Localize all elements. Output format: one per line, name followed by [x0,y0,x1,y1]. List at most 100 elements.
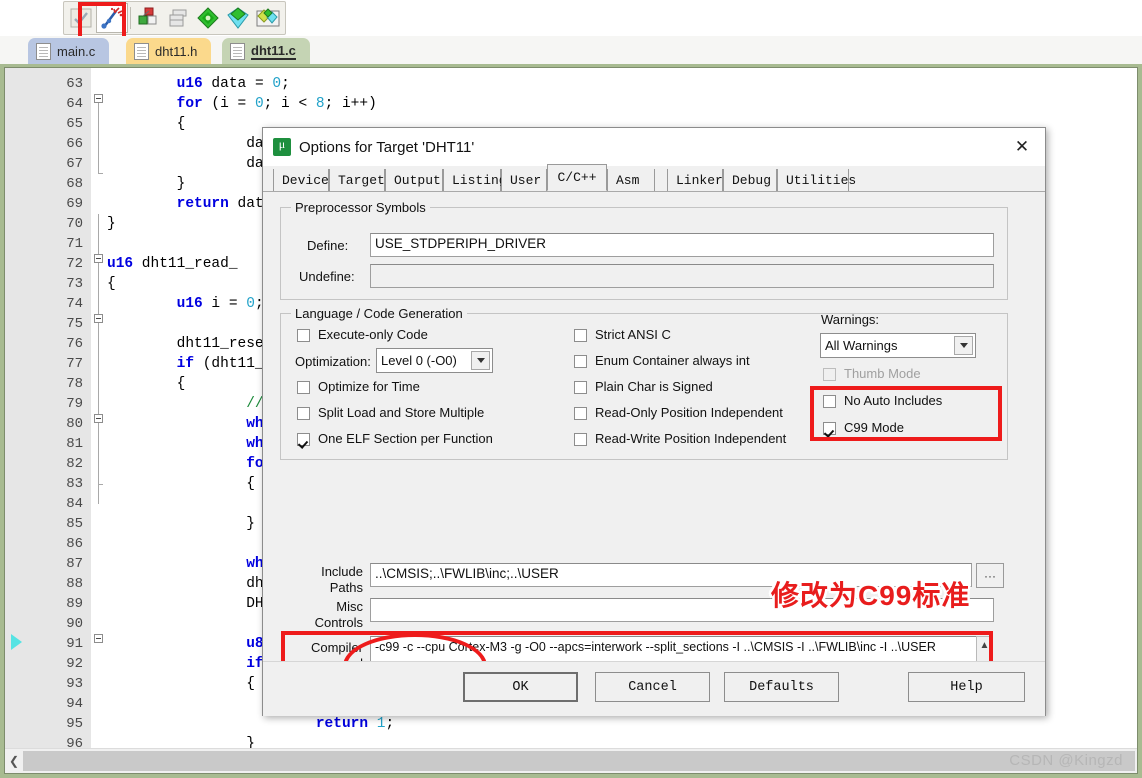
read-only-position-independent-label: Read-Only Position Independent [595,405,783,420]
undefine-input[interactable] [370,264,994,288]
c99-mode-checkbox[interactable] [823,422,836,435]
tab-debug[interactable]: Debug [723,169,777,191]
breakpoint-gutter[interactable] [5,68,34,773]
line-number: 91 [66,636,83,652]
fold-toggle-icon[interactable] [94,314,103,323]
tab-device[interactable]: Device [273,169,329,191]
plain-char-signed-checkbox[interactable] [574,381,587,394]
c99-annotation-text: 修改为C99标准 [771,580,971,611]
chevron-down-icon[interactable] [954,336,973,355]
tab-target[interactable]: Target [329,169,385,191]
line-number: 83 [66,476,83,492]
close-icon[interactable]: ✕ [999,128,1045,166]
line-number: 95 [66,716,83,732]
pack-installer-button[interactable] [253,4,283,32]
chevron-up-icon[interactable]: ▲ [977,637,992,653]
code-folding-gutter[interactable] [91,68,107,773]
line-number: 68 [66,176,83,192]
multi-project-button[interactable] [163,4,193,32]
options-dialog[interactable]: Options for Target 'DHT11' ✕ Device Targ… [262,127,1046,716]
execution-pointer-icon [11,634,22,650]
funnel-diamond-icon [227,7,249,29]
optimization-select[interactable]: Level 0 (-O0) [376,348,493,373]
strict-ansi-c-checkbox[interactable] [574,329,587,342]
fold-toggle-icon[interactable] [94,94,103,103]
thumb-mode-checkbox [823,368,836,381]
enum-container-int-checkbox[interactable] [574,355,587,368]
tab-asm[interactable]: Asm [607,169,655,191]
undefine-label: Undefine: [299,269,355,284]
optimization-label: Optimization: [295,354,371,369]
line-number: 77 [66,356,83,372]
fold-toggle-icon[interactable] [94,254,103,263]
dialog-tab-row: Device Target Output Listing User C/C++ … [263,164,1045,192]
tab-listing[interactable]: Listing [443,169,507,191]
watermark-label: CSDN @Kingzd [1009,752,1123,769]
manage-project-items-button[interactable] [133,4,163,32]
language-legend: Language / Code Generation [291,306,467,321]
defaults-button[interactable]: Defaults [724,672,839,702]
scroll-thumb[interactable] [23,751,1135,771]
target-options-button[interactable] [96,3,128,33]
scroll-left-button[interactable]: ❮ [5,750,23,772]
configuration-wizard-button[interactable] [193,4,223,32]
fold-line [98,314,99,484]
line-number: 84 [66,496,83,512]
multi-project-icon [169,9,187,27]
editor-tab-dht11-c[interactable]: dht11.c [222,38,310,64]
tab-label: User [510,172,542,188]
line-number-gutter: 63 64 65 66 67 68 69 70 71 72 73 74 75 76 77 78 79 80 81 82… [33,68,91,773]
execute-only-code-checkbox[interactable] [297,329,310,342]
editor-tab-dht11-h[interactable]: dht11.h [126,38,212,64]
line-number: 67 [66,156,83,172]
tab-utilities[interactable]: Utilities [777,169,856,191]
tab-linker[interactable]: Linker [667,169,723,191]
include-paths-browse-button[interactable]: ··· [976,563,1004,588]
warnings-label: Warnings: [821,312,880,327]
chevron-down-icon[interactable] [471,351,490,370]
tab-user[interactable]: User [501,169,547,191]
include-paths-label: Include Paths [321,564,363,595]
read-only-position-independent-checkbox[interactable] [574,407,587,420]
tab-label: Output [394,172,441,188]
optimize-for-time-checkbox[interactable] [297,381,310,394]
package-diamond-icon [256,8,280,27]
line-number: 90 [66,616,83,632]
dialog-title: Options for Target 'DHT11' [299,138,475,156]
split-load-store-label: Split Load and Store Multiple [318,405,485,420]
tab-c-cpp[interactable]: C/C++ [547,164,607,191]
line-number: 65 [66,116,83,132]
editor-horizontal-scrollbar[interactable]: ❮ [5,748,1137,773]
code-line: u16 data = 0; [176,76,290,92]
warnings-select[interactable]: All Warnings [820,333,976,358]
cancel-button[interactable]: Cancel [595,672,710,702]
line-number: 80 [66,416,83,432]
no-auto-includes-checkbox[interactable] [823,395,836,408]
screen: main.c dht11.h dht11.c 63 64 65 66 67 68 69 70 7… [0,0,1142,778]
optimize-for-time-label: Optimize for Time [318,379,420,394]
file-icon [230,42,245,60]
define-input[interactable]: USE_STDPERIPH_DRIVER [370,233,994,257]
editor-tab-main-c[interactable]: main.c [28,38,110,64]
tab-label: C/C++ [557,170,597,185]
editor-tab-label: dht11.h [155,43,198,59]
fold-toggle-icon[interactable] [94,414,103,423]
help-button[interactable]: Help [908,672,1025,702]
ok-button[interactable]: OK [463,672,578,702]
target-options-icon [138,7,157,25]
line-number: 94 [66,696,83,712]
one-elf-section-checkbox[interactable] [297,433,310,446]
read-write-position-independent-checkbox[interactable] [574,433,587,446]
line-number: 82 [66,456,83,472]
split-load-store-checkbox[interactable] [297,407,310,420]
line-number: 64 [66,96,83,112]
line-number: 71 [66,236,83,252]
tab-label: Target [338,172,385,188]
fold-toggle-icon[interactable] [94,634,103,643]
tab-output[interactable]: Output [385,169,443,191]
filter-button[interactable] [223,4,253,32]
batch-build-button[interactable] [66,4,96,32]
line-number: 86 [66,536,83,552]
warnings-value: All Warnings [825,338,898,353]
no-auto-includes-label: No Auto Includes [844,393,943,408]
